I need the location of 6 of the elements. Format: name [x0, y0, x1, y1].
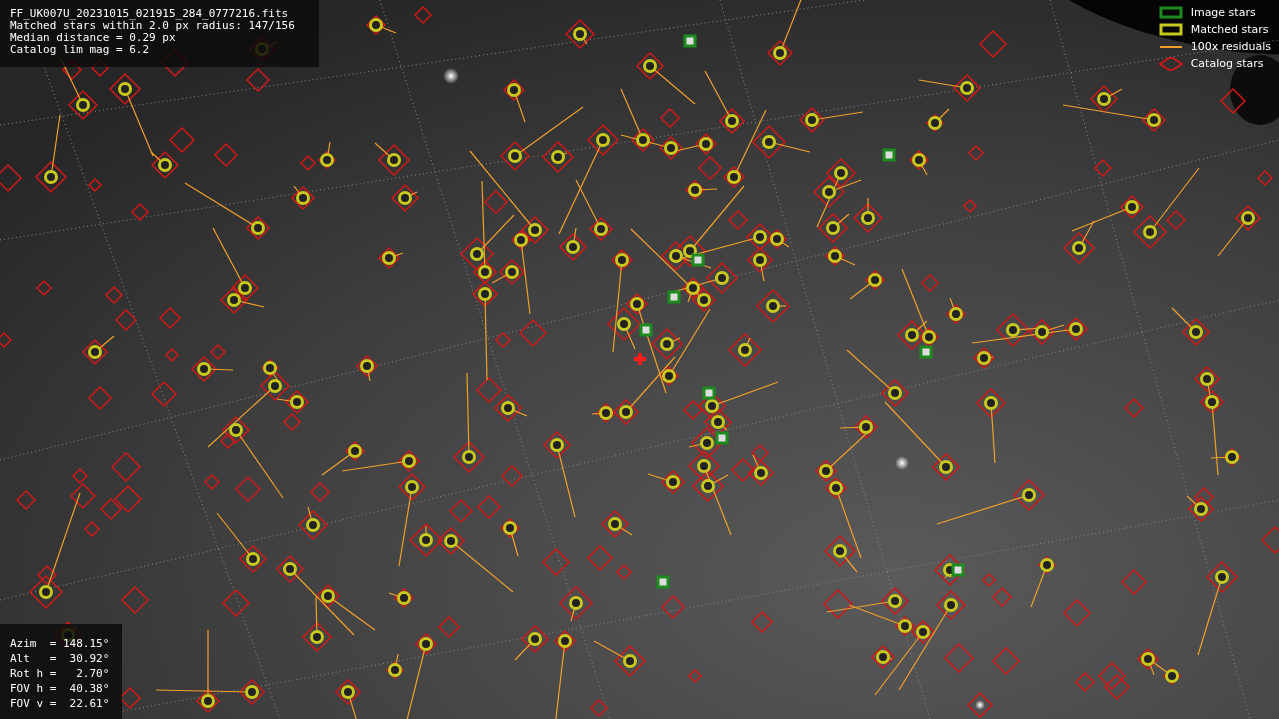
legend-label: Catalog stars: [1190, 55, 1264, 72]
legend-label: Matched stars: [1190, 21, 1269, 38]
info-panel: FF_UK007U_20231015_021915_284_0777216.fits Matched stars within 2.0 px radius: 147/156 Median distance = 0.29 px Catalog lim mag = 6.2: [0, 0, 319, 67]
legend-label: Image stars: [1190, 4, 1256, 21]
info-panel: Azim = 148.15° Alt = 30.92° Rot h = 2.70° FOV h = 40.38° FOV v = 22.61°: [0, 624, 122, 719]
legend-label: 100x residuals: [1190, 38, 1271, 55]
